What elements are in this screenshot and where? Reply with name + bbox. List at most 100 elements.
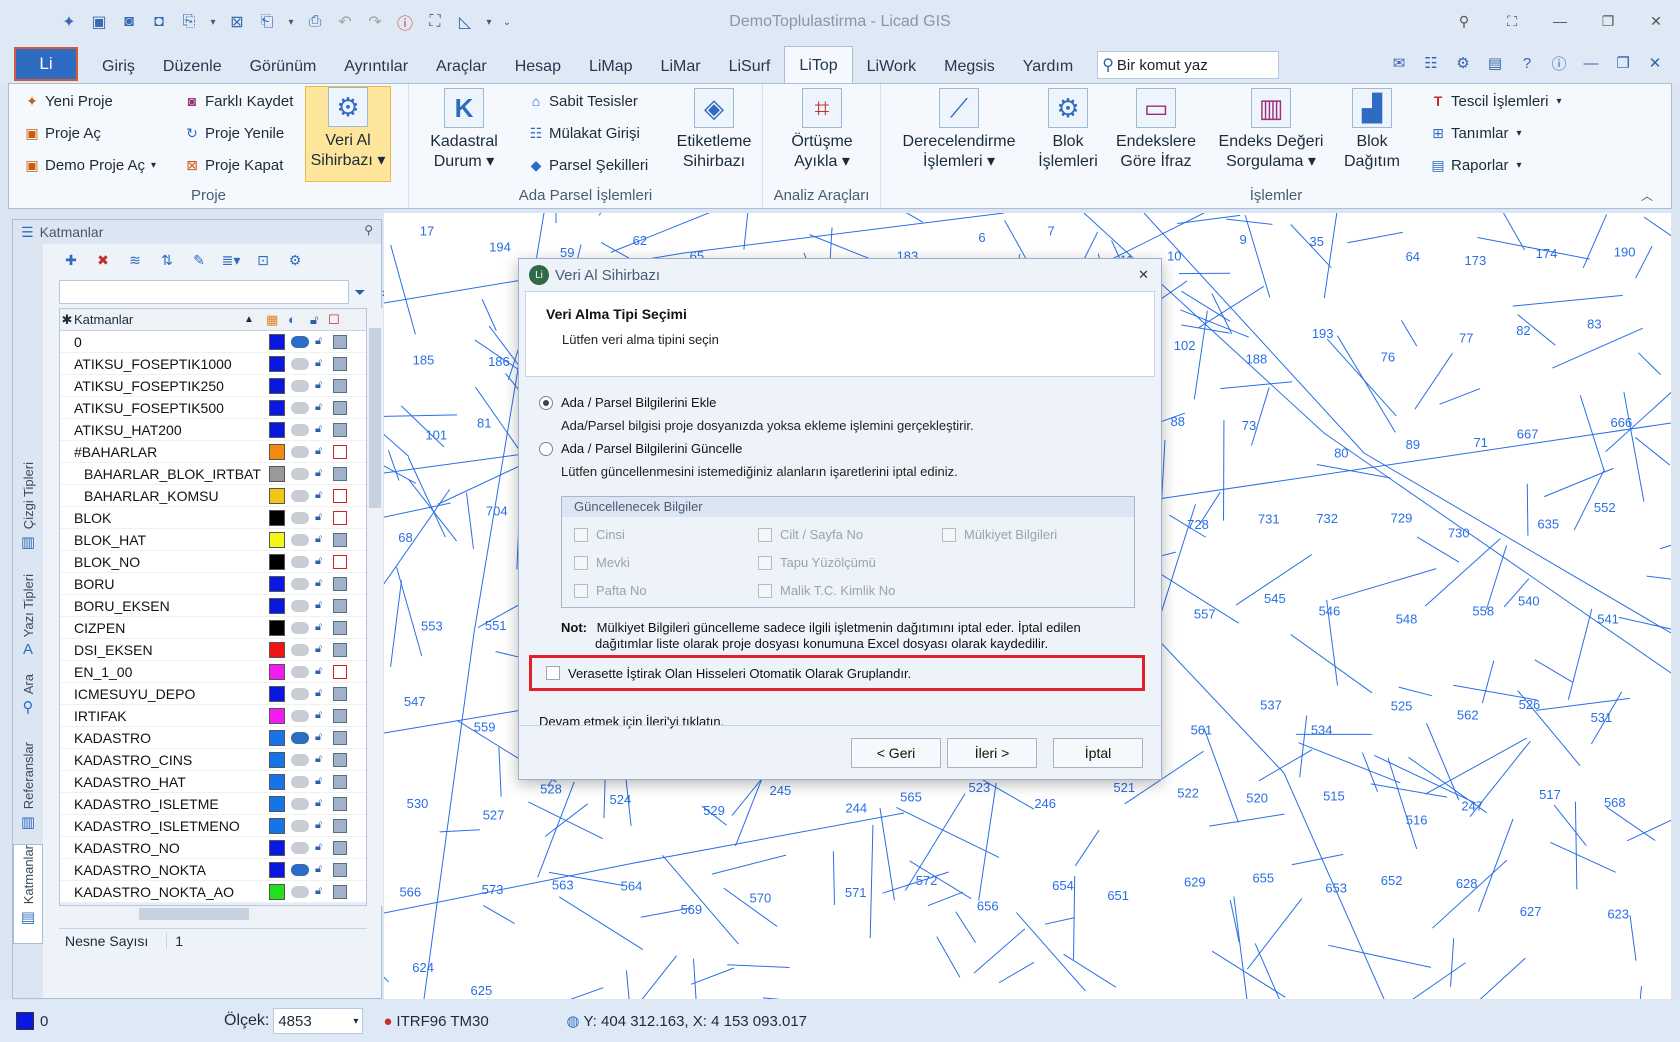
layer-visibility-toggle[interactable] bbox=[291, 401, 309, 414]
close-button[interactable]: ✕ bbox=[1632, 6, 1680, 36]
layer-row[interactable]: ATIKSU_FOSEPTIK250 🔓︎ bbox=[60, 375, 366, 397]
chevron-down-icon[interactable]: ▾ bbox=[482, 9, 496, 35]
layer-lock-icon[interactable]: 🔓︎ bbox=[315, 357, 327, 370]
dialog-close-button[interactable]: ✕ bbox=[1138, 267, 1149, 283]
layer-row[interactable]: BORU 🔓︎ bbox=[60, 573, 366, 595]
column-katmanlar[interactable]: Katmanlar bbox=[74, 312, 244, 327]
layer-row[interactable]: ATIKSU_FOSEPTIK500 🔓︎ bbox=[60, 397, 366, 419]
cancel-button[interactable]: İptal bbox=[1053, 738, 1143, 768]
layer-lock-icon[interactable]: 🔓︎ bbox=[315, 885, 327, 898]
back-button[interactable]: < Geri bbox=[851, 738, 941, 768]
side-tab-cizgi-tipleri[interactable]: Çizgi Tipleri ▥ bbox=[13, 462, 43, 551]
layer-lock-icon[interactable]: 🔓︎ bbox=[315, 841, 327, 854]
layer-lock-icon[interactable]: 🔓︎ bbox=[315, 863, 327, 876]
layer-print-toggle[interactable] bbox=[333, 400, 347, 415]
layer-row[interactable]: BLOK 🔓︎ bbox=[60, 507, 366, 529]
cilt-sayfa-checkbox[interactable]: Cilt / Sayfa No bbox=[758, 527, 863, 542]
etiketleme-sihirbazi-button[interactable]: ◈ Etiketleme Sihirbazı bbox=[671, 88, 757, 172]
layer-lock-icon[interactable]: 🔓︎ bbox=[315, 533, 327, 546]
layer-color-swatch[interactable] bbox=[269, 421, 285, 438]
layer-visibility-toggle[interactable] bbox=[291, 533, 309, 546]
layer-color-swatch[interactable] bbox=[269, 575, 285, 592]
layer-color-swatch[interactable] bbox=[269, 751, 285, 768]
side-tab-katmanlar[interactable]: Katmanlar ▤ bbox=[13, 844, 43, 944]
layer-lock-icon[interactable]: 🔓︎ bbox=[315, 335, 327, 348]
ortusme-ayikla-button[interactable]: ⌗ Örtüşme Ayıkla ▾ bbox=[779, 88, 865, 172]
yeni-proje-button[interactable]: ✦ Yeni Proje bbox=[23, 92, 113, 110]
layer-print-toggle[interactable] bbox=[333, 356, 347, 371]
layer-row[interactable]: KADASTRO_NOKTA_AO 🔓︎ bbox=[60, 881, 366, 903]
layer-row[interactable]: KADASTRO_NO 🔓︎ bbox=[60, 837, 366, 859]
layer-print-toggle[interactable] bbox=[333, 664, 347, 679]
derecelendirme-button[interactable]: ⟋ Derecelendirme İşlemleri ▾ bbox=[897, 88, 1021, 172]
redo-icon[interactable]: ↷ bbox=[362, 9, 388, 35]
users-icon[interactable]: ☷ bbox=[1418, 50, 1444, 76]
pafta-no-checkbox[interactable]: Pafta No bbox=[574, 583, 647, 598]
fullscreen-icon[interactable]: ⛶ bbox=[1488, 6, 1536, 36]
layer-visibility-toggle[interactable] bbox=[291, 357, 309, 370]
tab-ayrintilar[interactable]: Ayrıntılar bbox=[330, 50, 422, 84]
layer-lock-icon[interactable]: 🔓︎ bbox=[315, 401, 327, 414]
layer-row[interactable]: BORU_EKSEN 🔓︎ bbox=[60, 595, 366, 617]
layer-lock-icon[interactable]: 🔓︎ bbox=[315, 467, 327, 480]
layer-color-swatch[interactable] bbox=[269, 839, 285, 856]
layer-color-swatch[interactable] bbox=[269, 817, 285, 834]
layer-row[interactable]: #BAHARLAR 🔓︎ bbox=[60, 441, 366, 463]
layer-state-icon[interactable]: ≣▾ bbox=[219, 248, 243, 272]
ribbon-minimize-icon[interactable]: — bbox=[1578, 50, 1604, 76]
layer-print-toggle[interactable] bbox=[333, 532, 347, 547]
layer-print-toggle[interactable] bbox=[333, 642, 347, 657]
isolate-layer-icon[interactable]: ⊡ bbox=[251, 248, 275, 272]
layer-row[interactable]: KADASTRO_CINS 🔓︎ bbox=[60, 749, 366, 771]
mulkiyet-bilgileri-checkbox[interactable]: Mülkiyet Bilgileri bbox=[942, 527, 1057, 542]
layers-vertical-scrollbar[interactable] bbox=[367, 308, 383, 906]
layer-row[interactable]: BLOK_HAT 🔓︎ bbox=[60, 529, 366, 551]
tab-giris[interactable]: Giriş bbox=[88, 50, 149, 84]
parsel-sekilleri-button[interactable]: ◆ Parsel Şekilleri bbox=[527, 156, 649, 174]
tab-duzenle[interactable]: Düzenle bbox=[149, 50, 236, 84]
layer-search-input[interactable] bbox=[59, 280, 349, 304]
lock-column-icon[interactable]: 🔓︎ bbox=[310, 312, 328, 328]
export-icon[interactable]: ⎘ bbox=[176, 9, 202, 35]
layer-visibility-toggle[interactable] bbox=[291, 445, 309, 458]
crs-name[interactable]: ITRF96 TM30 bbox=[396, 1013, 566, 1030]
pin-icon[interactable]: ⚲ bbox=[1440, 6, 1488, 36]
tapu-yuzolcumu-checkbox[interactable]: Tapu Yüzölçümü bbox=[758, 555, 876, 570]
proje-kapat-button[interactable]: ⊠ Proje Kapat bbox=[183, 156, 283, 174]
add-layer-icon[interactable]: ✚ bbox=[59, 248, 83, 272]
layer-lock-icon[interactable]: 🔓︎ bbox=[315, 709, 327, 722]
layer-row[interactable]: BLOK_NO 🔓︎ bbox=[60, 551, 366, 573]
layer-color-swatch[interactable] bbox=[269, 597, 285, 614]
layer-color-swatch[interactable] bbox=[269, 399, 285, 416]
layer-visibility-toggle[interactable] bbox=[291, 577, 309, 590]
chevron-down-icon[interactable]: ▾ bbox=[206, 9, 220, 35]
mail-icon[interactable]: ✉ bbox=[1386, 50, 1412, 76]
cinsi-checkbox[interactable]: Cinsi bbox=[574, 527, 625, 542]
layer-visibility-toggle[interactable] bbox=[291, 709, 309, 722]
layer-row[interactable]: KADASTRO_HAT 🔓︎ bbox=[60, 771, 366, 793]
scale-input[interactable]: 4853 ▾ bbox=[273, 1008, 364, 1034]
kadastral-durum-button[interactable]: K Kadastral Durum ▾ bbox=[423, 88, 505, 172]
layer-lock-icon[interactable]: 🔓︎ bbox=[315, 599, 327, 612]
layer-color-swatch[interactable] bbox=[269, 795, 285, 812]
layer-color-swatch[interactable] bbox=[269, 663, 285, 680]
layer-lock-icon[interactable]: 🔓︎ bbox=[315, 753, 327, 766]
mulakat-girisi-button[interactable]: ☷ Mülakat Girişi bbox=[527, 124, 640, 142]
layer-visibility-toggle[interactable] bbox=[291, 687, 309, 700]
mevki-checkbox[interactable]: Mevki bbox=[574, 555, 630, 570]
layer-print-toggle[interactable] bbox=[333, 730, 347, 745]
layer-color-swatch[interactable] bbox=[269, 707, 285, 724]
open-folder-icon[interactable]: ▣ bbox=[86, 9, 112, 35]
layer-color-swatch[interactable] bbox=[269, 355, 285, 372]
radio-circle[interactable] bbox=[539, 441, 553, 456]
filter-icon[interactable]: ⏷ bbox=[349, 280, 371, 304]
layer-print-toggle[interactable] bbox=[333, 334, 347, 349]
layer-color-swatch[interactable] bbox=[269, 531, 285, 548]
layer-color-swatch[interactable] bbox=[269, 465, 285, 482]
maximize-button[interactable]: ❐ bbox=[1584, 6, 1632, 36]
layer-color-swatch[interactable] bbox=[269, 883, 285, 900]
ribbon-close-icon[interactable]: ✕ bbox=[1642, 50, 1668, 76]
minimize-button[interactable]: — bbox=[1536, 6, 1584, 36]
layer-row[interactable]: BAHARLAR_KOMSU 🔓︎ bbox=[60, 485, 366, 507]
layers-horizontal-scrollbar[interactable] bbox=[59, 906, 367, 922]
